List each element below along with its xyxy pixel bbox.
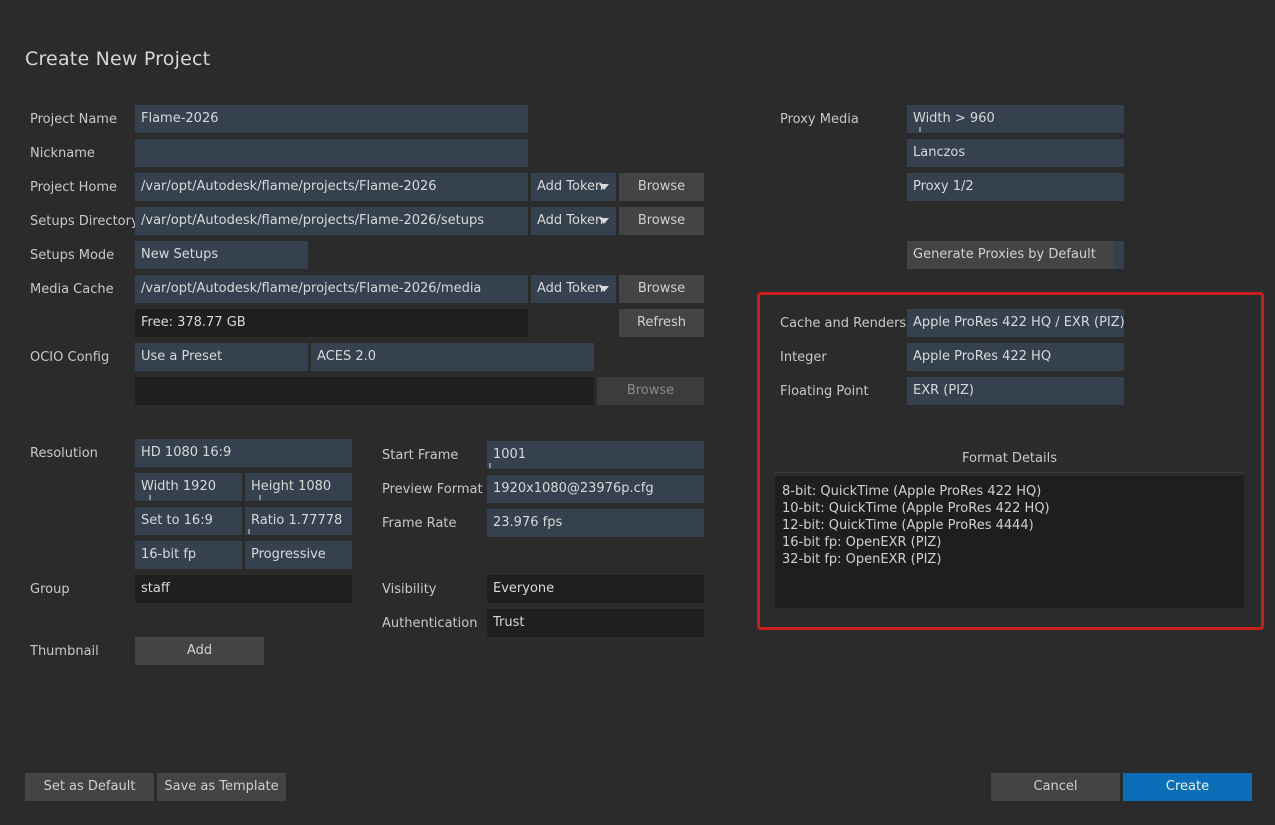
set-as-default-button[interactable]: Set as Default bbox=[25, 773, 154, 801]
resolution-preset-dropdown[interactable]: HD 1080 16:9 bbox=[135, 439, 352, 467]
project-home-add-token-dropdown[interactable]: Add Token bbox=[531, 173, 616, 201]
floating-point-label: Floating Point bbox=[780, 384, 869, 399]
group-label: Group bbox=[30, 582, 70, 597]
format-detail-line: 12-bit: QuickTime (Apple ProRes 4444) bbox=[782, 518, 1034, 533]
ratio-value: Ratio 1.77778 bbox=[251, 513, 343, 528]
width-slider[interactable]: Width 1920 bbox=[135, 473, 242, 501]
add-token-label: Add Token bbox=[537, 179, 604, 194]
proxy-width-slider[interactable]: Width > 960 bbox=[907, 105, 1124, 133]
width-value: Width 1920 bbox=[141, 479, 216, 494]
group-input[interactable]: staff bbox=[135, 575, 352, 603]
slider-handle bbox=[489, 463, 491, 468]
project-home-browse-button[interactable]: Browse bbox=[619, 173, 704, 201]
setups-directory-input[interactable]: /var/opt/Autodesk/flame/projects/Flame-2… bbox=[135, 207, 528, 235]
save-as-template-button[interactable]: Save as Template bbox=[157, 773, 286, 801]
cache-renders-label: Cache and Renders bbox=[780, 316, 907, 331]
project-home-input[interactable]: /var/opt/Autodesk/flame/projects/Flame-2… bbox=[135, 173, 528, 201]
add-token-label: Add Token bbox=[537, 281, 604, 296]
caret-down-icon bbox=[599, 286, 609, 292]
proxy-media-label: Proxy Media bbox=[780, 112, 859, 127]
project-home-label: Project Home bbox=[30, 180, 118, 195]
project-name-input[interactable]: Flame-2026 bbox=[135, 105, 528, 133]
ocio-browse-button[interactable]: Browse bbox=[597, 377, 704, 405]
authentication-label: Authentication bbox=[382, 616, 478, 631]
media-cache-label: Media Cache bbox=[30, 282, 114, 297]
thumbnail-add-button[interactable]: Add bbox=[135, 637, 264, 665]
setups-directory-browse-button[interactable]: Browse bbox=[619, 207, 704, 235]
project-name-label: Project Name bbox=[30, 112, 117, 127]
set-aspect-dropdown[interactable]: Set to 16:9 bbox=[135, 507, 242, 535]
ocio-config-label: OCIO Config bbox=[30, 350, 110, 365]
media-cache-browse-button[interactable]: Browse bbox=[619, 275, 704, 303]
nickname-label: Nickname bbox=[30, 146, 95, 161]
caret-down-icon bbox=[599, 218, 609, 224]
ocio-preset-dropdown[interactable]: ACES 2.0 bbox=[311, 343, 594, 371]
ocio-mode-dropdown[interactable]: Use a Preset bbox=[135, 343, 308, 371]
start-frame-slider[interactable]: 1001 bbox=[487, 441, 704, 469]
slider-handle bbox=[248, 529, 250, 534]
frame-rate-label: Frame Rate bbox=[382, 516, 457, 531]
add-token-label: Add Token bbox=[537, 213, 604, 228]
setups-directory-label: Setups Directory bbox=[30, 214, 139, 229]
slider-handle bbox=[919, 127, 921, 132]
format-detail-line: 10-bit: QuickTime (Apple ProRes 422 HQ) bbox=[782, 501, 1050, 516]
cancel-button[interactable]: Cancel bbox=[991, 773, 1120, 801]
scan-mode-dropdown[interactable]: Progressive bbox=[245, 541, 352, 569]
bit-depth-dropdown[interactable]: 16-bit fp bbox=[135, 541, 242, 569]
slider-handle bbox=[149, 495, 151, 500]
frame-rate-dropdown[interactable]: 23.976 fps bbox=[487, 509, 704, 537]
height-slider[interactable]: Height 1080 bbox=[245, 473, 352, 501]
dialog-title: Create New Project bbox=[25, 48, 211, 70]
preview-format-label: Preview Format bbox=[382, 482, 483, 497]
thumbnail-label: Thumbnail bbox=[30, 644, 99, 659]
slider-handle bbox=[259, 495, 261, 500]
ocio-path-input[interactable] bbox=[135, 377, 594, 405]
caret-down-icon bbox=[599, 184, 609, 190]
create-button[interactable]: Create bbox=[1123, 773, 1252, 801]
format-detail-line: 16-bit fp: OpenEXR (PIZ) bbox=[782, 535, 942, 550]
proxy-scale-dropdown[interactable]: Proxy 1/2 bbox=[907, 173, 1124, 201]
start-frame-label: Start Frame bbox=[382, 448, 459, 463]
generate-proxies-label: Generate Proxies by Default bbox=[913, 247, 1096, 262]
ratio-slider[interactable]: Ratio 1.77778 bbox=[245, 507, 352, 535]
proxy-filter-dropdown[interactable]: Lanczos bbox=[907, 139, 1124, 167]
integer-format-dropdown[interactable]: Apple ProRes 422 HQ bbox=[907, 343, 1124, 371]
cache-renders-dropdown[interactable]: Apple ProRes 422 HQ / EXR (PIZ) bbox=[907, 309, 1124, 337]
nickname-input[interactable] bbox=[135, 139, 528, 167]
authentication-dropdown[interactable]: Trust bbox=[487, 609, 704, 637]
format-detail-line: 32-bit fp: OpenEXR (PIZ) bbox=[782, 552, 942, 567]
setups-mode-dropdown[interactable]: New Setups bbox=[135, 241, 308, 269]
refresh-button[interactable]: Refresh bbox=[619, 309, 704, 337]
start-frame-value: 1001 bbox=[493, 447, 527, 462]
height-value: Height 1080 bbox=[251, 479, 332, 494]
floating-point-format-dropdown[interactable]: EXR (PIZ) bbox=[907, 377, 1124, 405]
media-cache-input[interactable]: /var/opt/Autodesk/flame/projects/Flame-2… bbox=[135, 275, 528, 303]
integer-label: Integer bbox=[780, 350, 827, 365]
media-cache-free-space: Free: 378.77 GB bbox=[135, 309, 528, 337]
toggle-indicator bbox=[1114, 241, 1124, 269]
visibility-dropdown[interactable]: Everyone bbox=[487, 575, 704, 603]
visibility-label: Visibility bbox=[382, 582, 437, 597]
proxy-width-value: Width > 960 bbox=[913, 111, 995, 126]
format-details-title: Format Details bbox=[775, 451, 1244, 473]
generate-proxies-toggle[interactable]: Generate Proxies by Default bbox=[907, 241, 1124, 269]
media-cache-add-token-dropdown[interactable]: Add Token bbox=[531, 275, 616, 303]
preview-format-dropdown[interactable]: 1920x1080@23976p.cfg bbox=[487, 475, 704, 503]
setups-directory-add-token-dropdown[interactable]: Add Token bbox=[531, 207, 616, 235]
format-details-box: 8-bit: QuickTime (Apple ProRes 422 HQ) 1… bbox=[775, 476, 1244, 608]
setups-mode-label: Setups Mode bbox=[30, 248, 115, 263]
format-detail-line: 8-bit: QuickTime (Apple ProRes 422 HQ) bbox=[782, 484, 1042, 499]
resolution-label: Resolution bbox=[30, 446, 98, 461]
